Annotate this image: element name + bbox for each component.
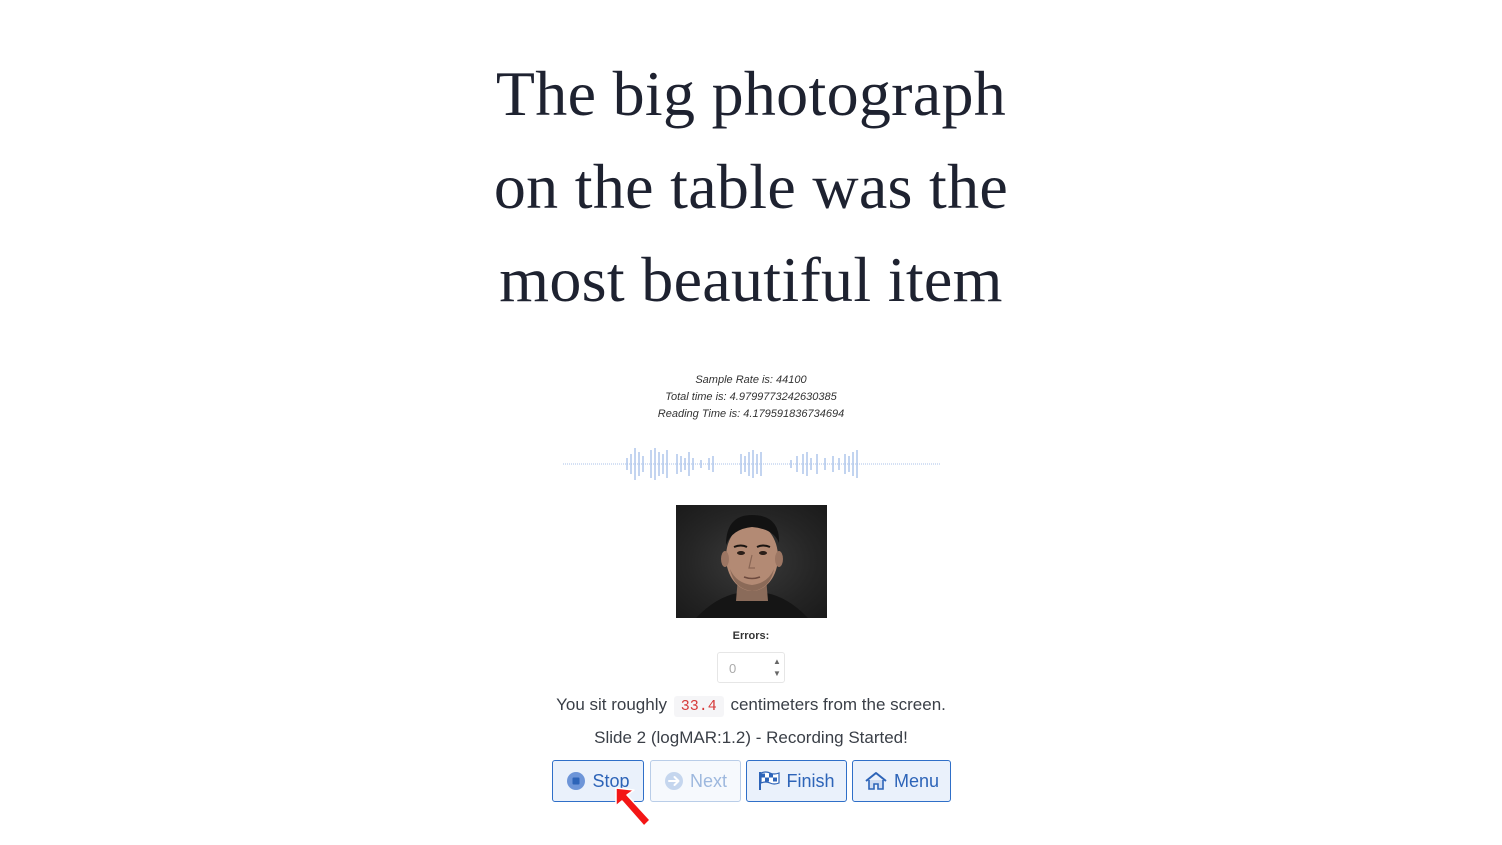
recording-stats: Sample Rate is: 44100 Total time is: 4.9…: [0, 372, 1502, 423]
finish-button-label: Finish: [786, 770, 835, 791]
decrement-arrow-icon[interactable]: ▼: [772, 668, 782, 680]
checkered-flag-icon: [758, 771, 781, 791]
reading-line: The big photograph: [495, 58, 1007, 129]
reading-time-text: Reading Time is: 4.179591836734694: [657, 408, 845, 420]
status-text: Slide: [594, 728, 637, 747]
slide-number: 2: [636, 728, 647, 747]
webcam-preview: [676, 505, 827, 618]
home-icon: [864, 771, 888, 791]
slide-status: Slide 2 (logMAR:1.2) - Recording Started…: [0, 728, 1502, 748]
menu-button-label: Menu: [893, 770, 940, 791]
status-text: (logMAR:: [646, 728, 722, 747]
distance-prefix: You sit roughly: [556, 695, 667, 714]
total-time-text: Total time is: 4.9799773242630385: [665, 391, 837, 403]
reading-passage: The big photograph on the table was the …: [0, 47, 1502, 326]
distance-message: You sit roughly 33.4 centimeters from th…: [0, 695, 1502, 717]
next-button-label: Next: [689, 770, 727, 791]
distance-value: 33.4: [673, 696, 724, 717]
distance-suffix: centimeters from the screen.: [730, 695, 946, 714]
next-button[interactable]: Next: [650, 760, 741, 802]
logmar-value: 1.2: [721, 728, 746, 747]
errors-label: Errors:: [732, 630, 770, 642]
errors-number-input[interactable]: 0 ▲ ▼: [717, 652, 785, 683]
audio-waveform: [563, 448, 941, 480]
errors-value: 0: [729, 661, 737, 676]
reading-line: most beautiful item: [499, 244, 1003, 315]
stop-circle-icon: [566, 771, 586, 791]
sample-rate-text: Sample Rate is: 44100: [695, 374, 807, 386]
reading-test-page: The big photograph on the table was the …: [0, 0, 1502, 845]
finish-button[interactable]: Finish: [746, 760, 847, 802]
status-text: ) - Recording Started!: [745, 728, 908, 747]
increment-arrow-icon[interactable]: ▲: [772, 656, 782, 668]
arrow-right-circle-icon: [664, 771, 684, 791]
errors-spinner[interactable]: ▲ ▼: [772, 656, 782, 680]
reading-line: on the table was the: [493, 151, 1009, 222]
pointer-arrow-icon: [615, 787, 651, 827]
menu-button[interactable]: Menu: [852, 760, 951, 802]
